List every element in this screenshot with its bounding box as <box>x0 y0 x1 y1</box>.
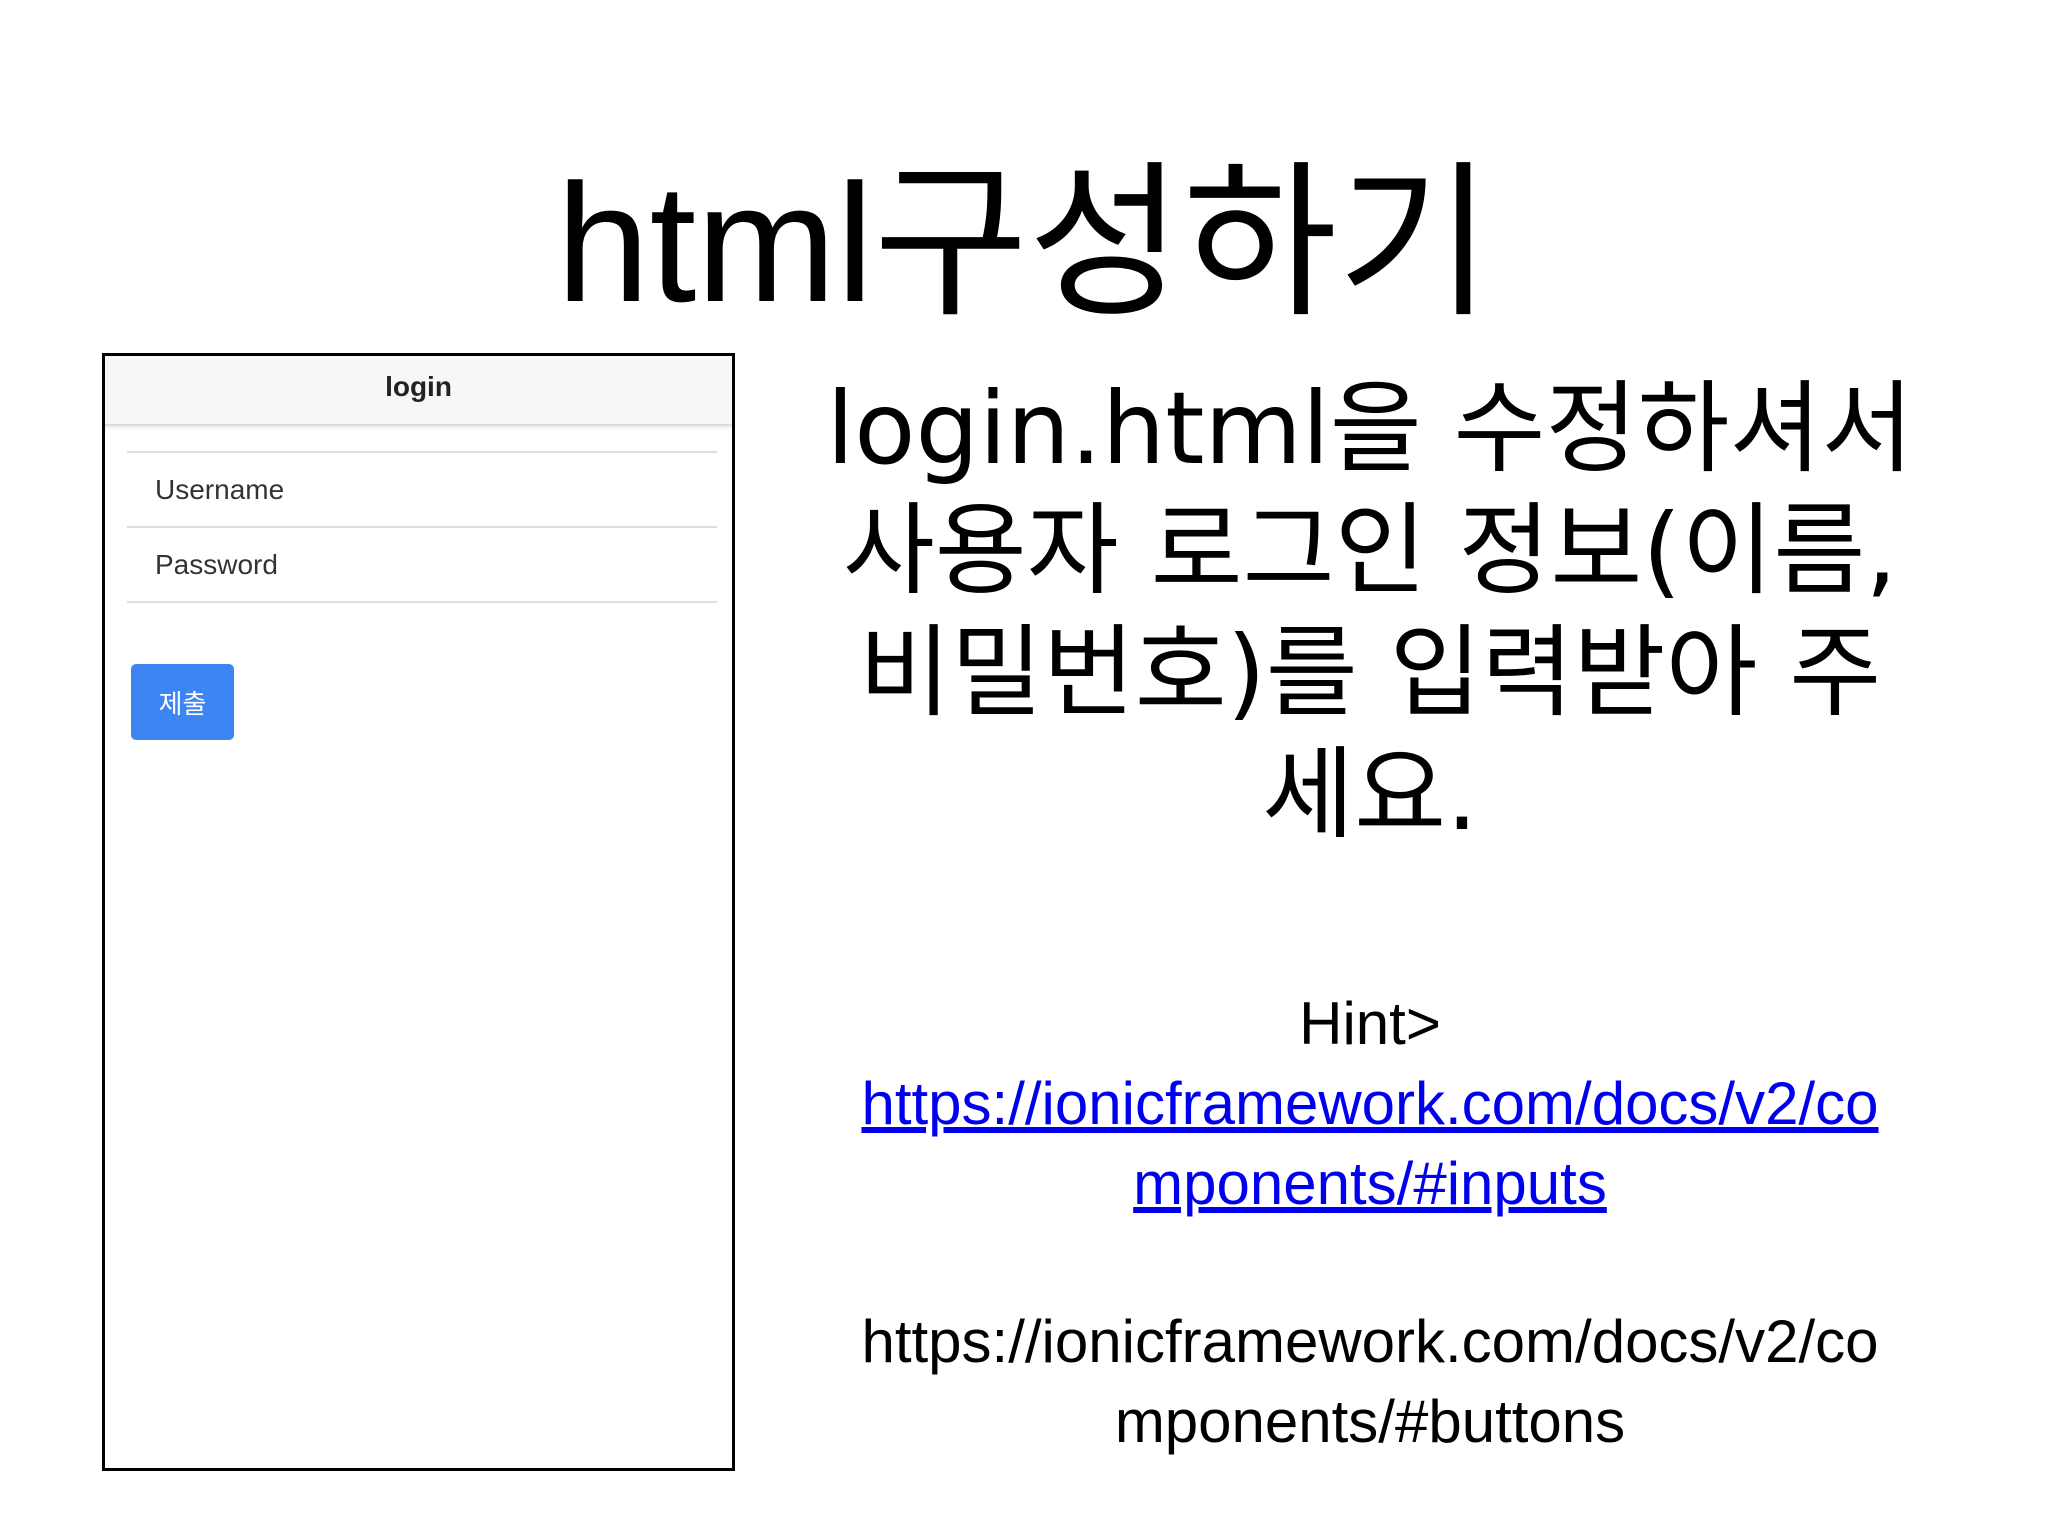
instruction-line: 사용자 로그인 정보(이름, <box>842 492 1898 609</box>
inputs-docs-link-line: https://ionicframework.com/docs/v2/co <box>861 1070 1879 1137</box>
login-input-list <box>127 451 717 603</box>
submit-button[interactable]: 제출 <box>131 664 234 740</box>
password-input[interactable] <box>155 548 717 581</box>
buttons-docs-url-line: https://ionicframework.com/docs/v2/co <box>861 1308 1879 1375</box>
phone-header: login <box>105 356 732 426</box>
username-input[interactable] <box>155 473 717 506</box>
inputs-docs-link[interactable]: https://ionicframework.com/docs/v2/co mp… <box>780 1064 1960 1224</box>
phone-header-title: login <box>385 371 452 402</box>
instruction-line: login.html을 수정하셔서 <box>826 370 1914 487</box>
instruction-line: 비밀번호)를 입력받아 주 <box>858 614 1882 731</box>
username-row <box>127 453 717 528</box>
hint-block: Hint> https://ionicframework.com/docs/v2… <box>780 984 1960 1224</box>
inputs-docs-link-line: mponents/#inputs <box>1133 1150 1607 1217</box>
instruction-text: login.html을 수정하셔서 사용자 로그인 정보(이름, 비밀번호)를 … <box>780 368 1960 856</box>
buttons-docs-url-line: mponents/#buttons <box>1114 1388 1626 1455</box>
buttons-docs-url: https://ionicframework.com/docs/v2/co mp… <box>780 1302 1960 1462</box>
instruction-line: 세요. <box>1262 736 1478 853</box>
password-row <box>127 528 717 603</box>
hint-label: Hint> <box>1299 990 1441 1057</box>
phone-mockup: login 제출 <box>102 353 735 1471</box>
slide-title: html구성하기 <box>556 149 1492 337</box>
